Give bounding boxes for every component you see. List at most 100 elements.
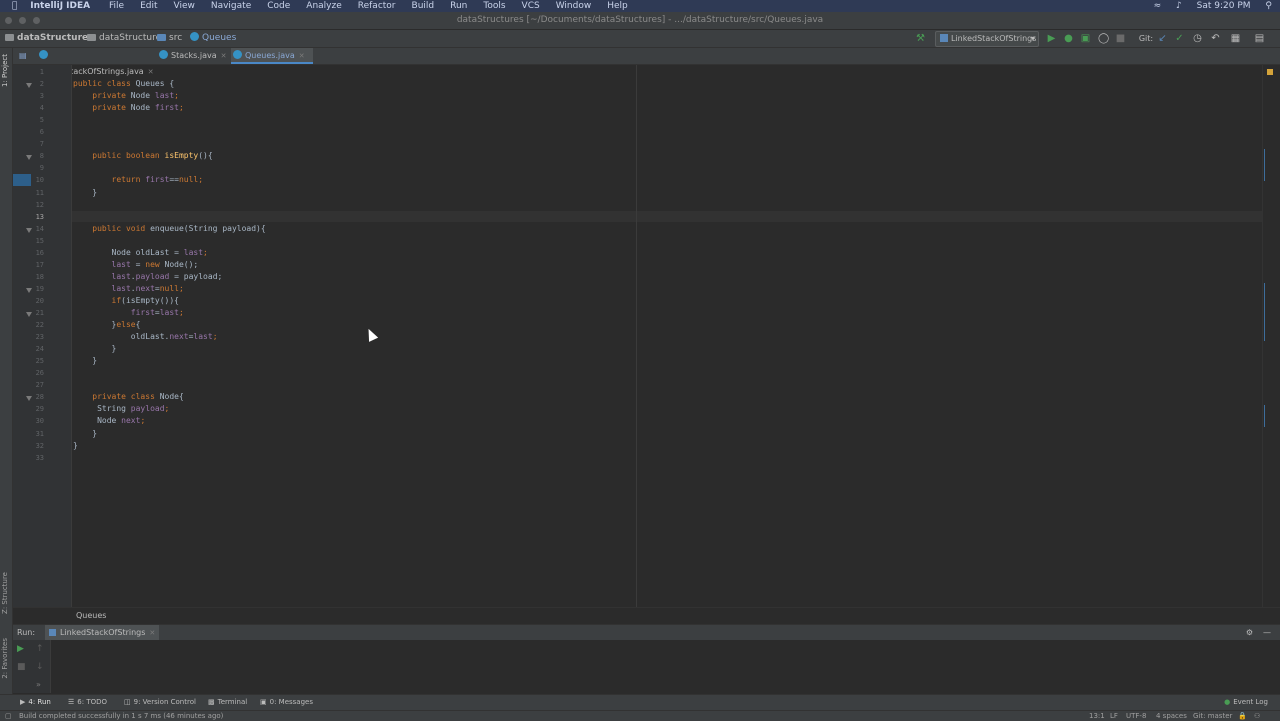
close-tab-icon[interactable]: ✕ [149, 629, 155, 637]
code-editor[interactable]: public class Queues { private Node last;… [72, 65, 1262, 607]
project-tool-tab[interactable]: 1: Project [1, 54, 9, 87]
tool-messages[interactable]: ▣ 0: Messages [260, 695, 313, 710]
menu-refactor[interactable]: Refactor [358, 0, 396, 12]
revert-icon[interactable]: ↶ [1210, 33, 1221, 44]
code-line: } [73, 187, 97, 199]
code-token: isEmpty [164, 151, 199, 161]
run-console[interactable] [13, 640, 1280, 693]
menu-view[interactable]: View [174, 0, 195, 12]
volume-icon[interactable]: ♪ [1176, 1, 1182, 11]
menu-build[interactable]: Build [412, 0, 435, 12]
close-tab-icon[interactable]: ✕ [299, 52, 305, 60]
run-panel-label: Run: [17, 628, 36, 637]
code-token: } [73, 428, 98, 438]
breadcrumb-src[interactable]: src [157, 30, 182, 47]
menu-tools[interactable]: Tools [483, 0, 505, 12]
close-tab-icon[interactable]: ✕ [221, 52, 227, 60]
scroll-down-icon[interactable]: ↓ [36, 662, 44, 672]
run-configuration-select[interactable]: LinkedStackOfStrings ▾ [935, 31, 1039, 47]
code-token: private [73, 91, 131, 101]
rerun-icon[interactable]: ▶ [17, 644, 24, 654]
code-token: (){ [198, 151, 213, 161]
tool-event-log[interactable]: ● Event Log [1224, 695, 1268, 710]
menu-edit[interactable]: Edit [140, 0, 157, 12]
structure-tool-tab[interactable]: Z: Structure [1, 572, 9, 614]
fold-toggle-icon[interactable] [26, 312, 32, 317]
tab-linkedstackofstrings[interactable]: LinkedStackOfStrings.java ✕ [38, 48, 157, 76]
code-token: Node [130, 91, 155, 101]
code-token: Queues [135, 79, 165, 89]
menu-vcs[interactable]: VCS [522, 0, 540, 12]
scroll-up-icon[interactable]: ↑ [36, 644, 44, 654]
code-line: oldLast.next=last; [73, 331, 218, 343]
gear-icon[interactable]: ⚙ [1246, 625, 1253, 640]
layout-icon[interactable]: ▤ [1254, 33, 1265, 44]
hide-panel-icon[interactable]: — [1263, 625, 1271, 640]
line-number: 16 [35, 248, 44, 257]
tool-version-control[interactable]: ◫ 9: Version Control [124, 695, 196, 710]
tab-queues[interactable]: Queues.java ✕ [231, 48, 313, 64]
editor-scroll-markers[interactable] [1262, 65, 1280, 607]
editor-breadcrumb[interactable]: Queues [76, 608, 106, 624]
tab-stacks[interactable]: Stacks.java ✕ [159, 48, 235, 64]
menu-window[interactable]: Window [556, 0, 592, 12]
breadcrumb-class[interactable]: Queues [190, 30, 236, 47]
fold-toggle-icon[interactable] [26, 227, 32, 233]
menu-run[interactable]: Run [450, 0, 467, 12]
clock[interactable]: Sat 9:20 PM [1197, 1, 1251, 11]
profile-icon[interactable]: ◯ [1098, 33, 1109, 44]
tab-list-icon[interactable]: ▤ [19, 48, 27, 64]
line-number: 13 [35, 212, 44, 221]
tool-run[interactable]: ▶ 4: Run [20, 695, 51, 710]
menu-analyze[interactable]: Analyze [306, 0, 341, 12]
line-number: 7 [39, 140, 44, 149]
fold-toggle-icon[interactable] [26, 155, 32, 161]
vcs-commit-icon[interactable]: ✓ [1174, 33, 1185, 44]
favorites-tool-tab[interactable]: 2: Favorites [1, 638, 9, 679]
run-tab[interactable]: LinkedStackOfStrings ✕ [45, 625, 160, 640]
fold-toggle-icon[interactable] [26, 396, 32, 402]
debug-icon[interactable]: ● [1063, 33, 1074, 44]
menu-navigate[interactable]: Navigate [211, 0, 251, 12]
vcs-update-icon[interactable]: ↙ [1157, 33, 1168, 44]
history-icon[interactable]: ◷ [1192, 33, 1203, 44]
stop-run-icon[interactable]: ■ [17, 662, 26, 672]
class-icon [190, 32, 199, 41]
tool-todo[interactable]: ☰ 6: TODO [68, 695, 107, 710]
breadcrumb-module[interactable]: dataStructure [87, 30, 161, 47]
fold-toggle-icon[interactable] [26, 287, 32, 293]
code-token: = [130, 259, 146, 269]
run-icon[interactable]: ▶ [1046, 33, 1057, 44]
code-token: Node [159, 392, 179, 402]
project-structure-icon[interactable]: ▦ [1230, 33, 1241, 44]
zoom-window-button[interactable] [33, 17, 40, 24]
app-name[interactable]: IntelliJ IDEA [30, 0, 90, 12]
warning-indicator-icon[interactable] [1267, 69, 1273, 75]
config-icon [49, 629, 56, 636]
close-window-button[interactable] [5, 17, 12, 24]
apple-icon[interactable]:  [12, 0, 17, 12]
minimize-window-button[interactable] [19, 17, 26, 24]
code-token: ; [178, 283, 184, 293]
menu-help[interactable]: Help [607, 0, 628, 12]
stop-icon[interactable]: ■ [1115, 33, 1126, 44]
line-number: 11 [35, 188, 44, 197]
wifi-icon[interactable]: ≈ [1154, 1, 1162, 11]
breadcrumb-project[interactable]: dataStructures [5, 30, 93, 47]
code-line: public boolean isEmpty(){ [73, 150, 213, 162]
code-token: { [164, 79, 175, 89]
code-token: Node [73, 416, 122, 426]
tool-terminal[interactable]: ▩ Terminal [208, 695, 247, 710]
menu-file[interactable]: File [109, 0, 124, 12]
coverage-icon[interactable]: ▣ [1080, 33, 1091, 44]
line-number: 25 [35, 357, 44, 366]
fold-toggle-icon[interactable] [26, 83, 32, 89]
code-token: payload [135, 271, 170, 281]
menu-code[interactable]: Code [267, 0, 290, 12]
code-token: Node [130, 103, 155, 113]
more-icon[interactable]: » [36, 680, 41, 689]
search-icon[interactable]: ⚲ [1265, 1, 1272, 11]
build-hammer-icon[interactable]: ⚒ [915, 33, 926, 44]
code-token: private [73, 103, 131, 113]
